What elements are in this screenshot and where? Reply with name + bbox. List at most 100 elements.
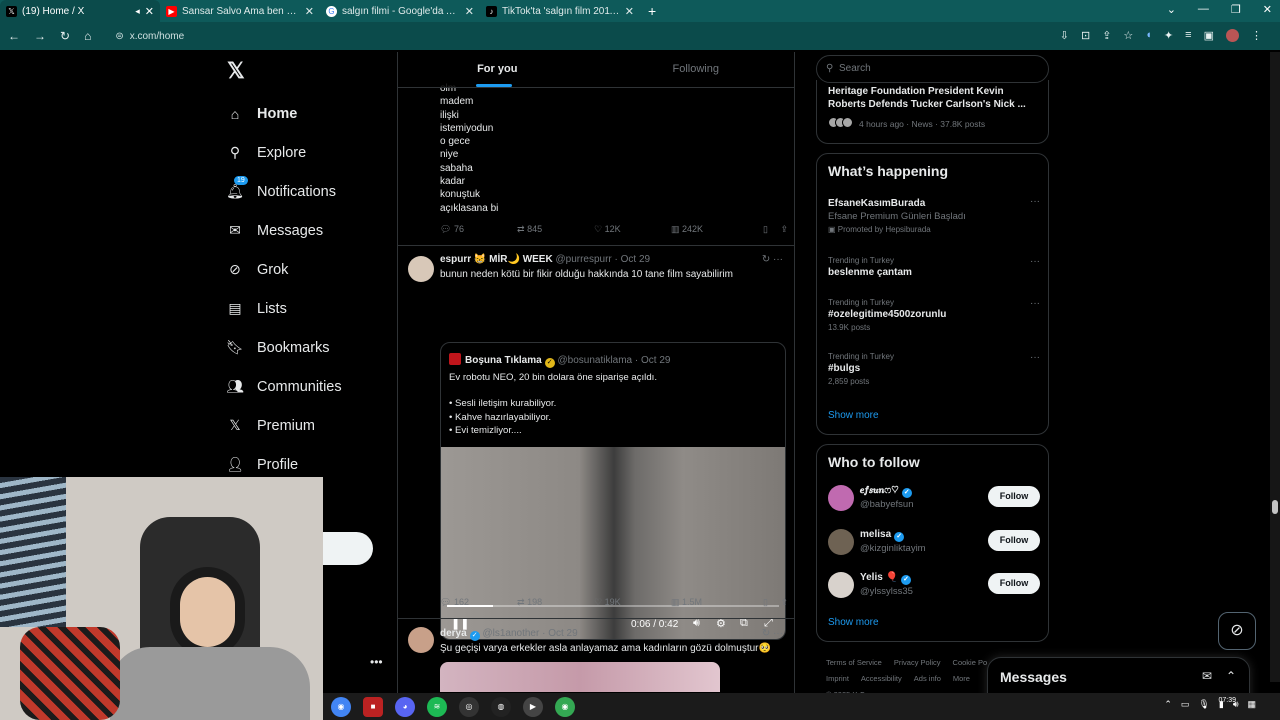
close-tab-icon[interactable]: ✕ (305, 5, 314, 18)
trend-item[interactable]: Trending in Turkey #bulgs 2,859 posts ··… (828, 352, 1040, 386)
show-more-link[interactable]: Show more (828, 410, 879, 421)
minimize-icon[interactable]: — (1198, 3, 1209, 16)
footer-link[interactable]: Accessibility (861, 674, 902, 683)
reply-action[interactable]: 💬︎ 76 (440, 224, 517, 235)
chrome-icon[interactable]: ◉ (331, 696, 351, 717)
tab-x-home[interactable]: 𝕏 (19) Home / X ◂ ✕ (0, 0, 160, 22)
nav-premium[interactable]: 𝕏 Premium (222, 406, 392, 445)
footer-link[interactable]: More (953, 674, 970, 683)
chrome-icon[interactable]: ◉ (555, 696, 575, 717)
quoted-post[interactable]: Boşuna Tıklama ✓ @bosunatiklama · Oct 29 … (440, 342, 786, 640)
footer-link[interactable]: Ads info (914, 674, 941, 683)
avatar[interactable] (828, 572, 854, 598)
avatar[interactable] (408, 627, 434, 653)
scrollbar-thumb[interactable] (1272, 500, 1278, 514)
repost-action[interactable]: ⇄ 845 (517, 224, 594, 235)
star-icon[interactable]: ☆ (1123, 29, 1133, 42)
reply-action[interactable]: 💬︎ 162 (440, 597, 517, 608)
scrollbar[interactable] (1270, 52, 1280, 682)
network-icon[interactable]: ▦ (1247, 699, 1256, 710)
chevron-up-icon[interactable]: ⌃ (1226, 669, 1236, 683)
more-icon[interactable]: ··· (1030, 298, 1040, 309)
nav-lists[interactable]: ▤ Lists (222, 289, 392, 328)
tab-search-icon[interactable]: ⌄ (1167, 3, 1176, 16)
app-icon[interactable]: ◍ (491, 696, 511, 717)
mic-icon[interactable]: 🎙︎ (1198, 699, 1209, 710)
install-icon[interactable]: ⇩ (1060, 29, 1069, 42)
author-name[interactable]: derya (440, 628, 467, 639)
trend-item[interactable]: Trending in Turkey beslenme çantam ··· (828, 256, 1040, 278)
bookmark-icon[interactable]: ▯ (748, 597, 768, 608)
url-field[interactable]: ⊜ x.com/home (115, 31, 184, 42)
discord-icon[interactable]: ◕ (395, 696, 415, 717)
show-more-link[interactable]: Show more (828, 617, 879, 628)
more-icon[interactable]: ↻ ··· (762, 628, 783, 639)
app-icon[interactable]: ■ (363, 696, 383, 717)
avatar[interactable] (408, 256, 434, 282)
clock[interactable]: 07:39 (1218, 696, 1236, 706)
author-name[interactable]: espurr 😸 MİR🌙 WEEK (440, 254, 553, 265)
like-action[interactable]: ♡ 19K (594, 597, 671, 608)
bookmark-icon[interactable]: ▯ (748, 224, 768, 235)
share-icon[interactable]: ⇪ (768, 224, 788, 235)
search-input[interactable]: ⚲ Search (816, 55, 1049, 83)
reading-list-icon[interactable]: ≡ (1185, 29, 1191, 42)
puzzle-icon[interactable]: ✦ (1164, 29, 1173, 42)
grok-fab-icon[interactable]: ⊘ (1218, 612, 1256, 650)
post-media[interactable] (440, 662, 720, 692)
profile-avatar[interactable] (1226, 29, 1239, 42)
more-icon[interactable]: ··· (1030, 352, 1040, 363)
chevron-up-icon[interactable]: ⌃ (1164, 699, 1172, 710)
back-icon[interactable]: ← (8, 29, 20, 43)
video-player[interactable]: ❚❚ 0:06 / 0:42 🔊︎ ⚙ ⧉ ⤢ (441, 447, 785, 639)
more-icon[interactable]: ··· (1030, 256, 1040, 267)
news-card[interactable]: Heritage Foundation President Kevin Robe… (816, 80, 1049, 144)
share-icon[interactable]: ⇪ (768, 597, 788, 608)
media-player-icon[interactable]: ▶ (523, 696, 543, 717)
restore-icon[interactable]: ❐ (1231, 3, 1241, 16)
reload-icon[interactable]: ↻ (60, 29, 70, 43)
post-button[interactable] (323, 532, 373, 565)
x-logo-icon[interactable]: 𝕏 (227, 58, 392, 94)
new-tab-icon[interactable]: + (648, 3, 656, 19)
author-handle[interactable]: @ls1another · Oct 29 (482, 628, 577, 639)
nav-communities[interactable]: 👥︎ Communities (222, 367, 392, 406)
close-window-icon[interactable]: ✕ (1263, 3, 1272, 16)
share-icon[interactable]: ⇪ (1102, 29, 1111, 42)
follow-suggestion[interactable]: 𝒆𝒇𝒔𝒖𝒏ෆ♡ ✓ @babyefsun Follow (828, 483, 1040, 515)
footer-link[interactable]: Imprint (826, 674, 849, 683)
avatar[interactable] (828, 485, 854, 511)
close-tab-icon[interactable]: ✕ (625, 5, 634, 18)
tab-for-you[interactable]: For you (398, 52, 597, 87)
follow-button[interactable]: Follow (988, 530, 1040, 551)
translate-icon[interactable]: ⊡ (1081, 29, 1090, 42)
promoted-trend[interactable]: EfsaneKasımBurada Efsane Premium Günleri… (828, 196, 1040, 234)
tab-following[interactable]: Following (597, 52, 795, 87)
like-action[interactable]: ♡ 12K (594, 224, 671, 235)
nav-home[interactable]: ⌂ Home (222, 94, 392, 133)
footer-link[interactable]: Privacy Policy (894, 658, 941, 667)
menu-icon[interactable]: ⋮ (1251, 29, 1262, 42)
new-message-icon[interactable]: ✉ (1202, 669, 1212, 683)
camera-icon[interactable]: ▭ (1181, 699, 1190, 710)
more-icon[interactable]: ··· (1030, 196, 1040, 207)
views-action[interactable]: ▥ 1.5M (671, 597, 748, 608)
repost-action[interactable]: ⇄ 198 (517, 597, 594, 608)
nav-notifications[interactable]: 🔔︎ 19 Notifications (222, 172, 392, 211)
follow-button[interactable]: Follow (988, 573, 1040, 594)
views-action[interactable]: ▥ 242K (671, 224, 748, 235)
account-more-icon[interactable]: ••• (370, 655, 383, 669)
sidebar-icon[interactable]: ▣ (1204, 29, 1214, 42)
speaker-icon[interactable]: ◂ (135, 6, 140, 17)
nav-messages[interactable]: ✉ Messages (222, 211, 392, 250)
close-tab-icon[interactable]: ✕ (465, 5, 474, 18)
close-tab-icon[interactable]: ✕ (145, 5, 154, 18)
home-browser-icon[interactable]: ⌂ (84, 29, 91, 43)
nav-explore[interactable]: ⚲ Explore (222, 133, 392, 172)
spotify-icon[interactable]: ≋ (427, 696, 447, 717)
nav-bookmarks[interactable]: 🔖︎ Bookmarks (222, 328, 392, 367)
tab-youtube[interactable]: ▶ Sansar Salvo Ama ben seni bırak ✕ (160, 0, 320, 22)
footer-link[interactable]: Cookie Po (953, 658, 988, 667)
extension-icon[interactable]: ◖ (1145, 29, 1152, 42)
trend-item[interactable]: Trending in Turkey #ozelegitime4500zorun… (828, 298, 1040, 332)
